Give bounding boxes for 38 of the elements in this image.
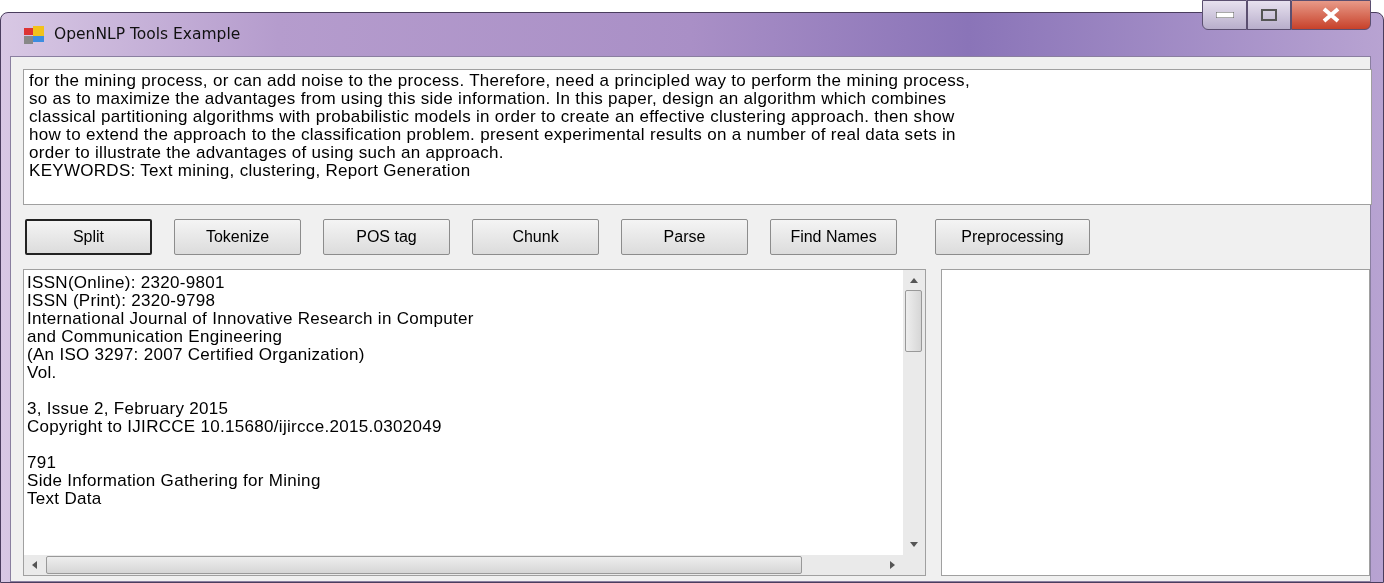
toolbar-button[interactable]: Tokenize [174,219,301,255]
text-line: KEYWORDS: Text mining, clustering, Report Generation [29,162,471,180]
scrollbar-thumb[interactable] [46,556,802,574]
toolbar-button[interactable]: Preprocessing [935,219,1090,255]
window-title: OpenNLP Tools Example [54,23,241,45]
app-icon [24,25,44,44]
toolbar-button[interactable]: Parse [621,219,748,255]
text-line: for the mining process, or can add noise to the process. Therefore, need a principled way to perform the mining process, [29,72,970,90]
text-line: Text Data [27,490,102,508]
text-line: classical partitioning algorithms with probabilistic models in order to create an effective clustering approach. then show [29,108,955,126]
text-line: Vol. [27,364,57,382]
text-line: how to extend the approach to the classification problem. present experimental results on a number of real data sets in [29,126,956,144]
text-line: Copyright to IJIRCCE 10.15680/ijircce.2015.0302049 [27,418,442,436]
text-line: so as to maximize the advantages from using this side information. In this paper, design an algorithm which combines [29,90,947,108]
text-line: ISSN (Print): 2320-9798 [27,292,216,310]
close-icon [1321,7,1341,23]
minimize-button[interactable] [1202,0,1247,30]
toolbar-button[interactable]: Find Names [770,219,897,255]
input-text-box[interactable] [23,69,1372,205]
scrollbar-thumb[interactable] [905,290,923,352]
text-line: order to illustrate the advantages of using such an approach. [29,144,504,162]
toolbar-button[interactable]: Chunk [472,219,599,255]
toolbar-button[interactable]: POS tag [323,219,450,255]
text-line: Side Information Gathering for Mining [27,472,321,490]
maximize-icon [1261,9,1277,21]
output-text-box[interactable] [23,269,926,576]
text-line: International Journal of Innovative Research in Computer [27,310,474,328]
maximize-button[interactable] [1247,0,1291,30]
close-button[interactable] [1291,0,1371,30]
text-line: 3, Issue 2, February 2015 [27,400,229,418]
toolbar-button[interactable]: Split [25,219,152,255]
text-line: 791 [27,454,57,472]
text-line: ISSN(Online): 2320-9801 [27,274,225,292]
vertical-scrollbar[interactable] [902,270,925,555]
text-line: and Communication Engineering [27,328,283,346]
horizontal-scrollbar[interactable] [24,555,925,575]
minimize-icon [1215,12,1234,18]
text-line: (An ISO 3297: 2007 Certified Organization) [27,346,365,364]
